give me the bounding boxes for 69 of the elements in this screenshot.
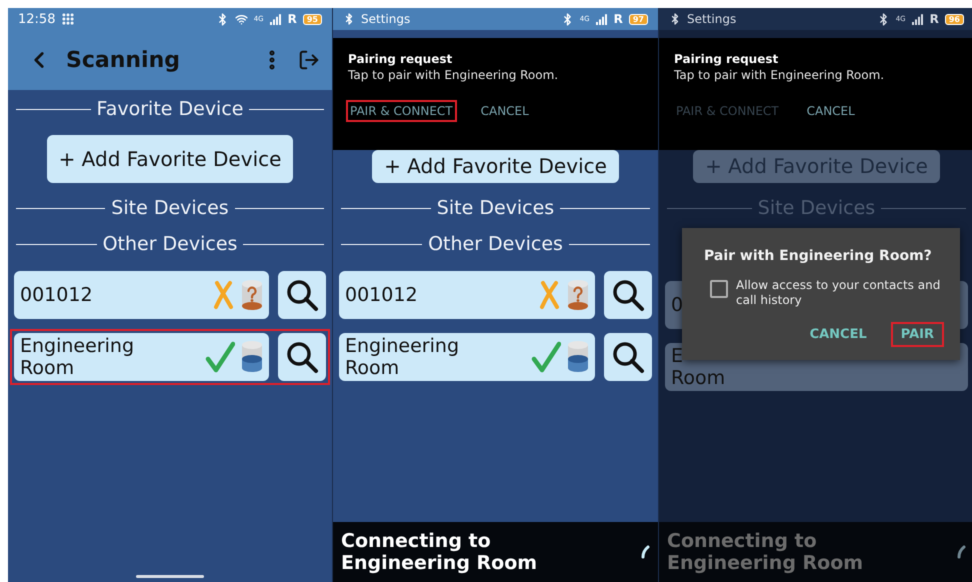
bluetooth-icon [669,13,681,25]
search-icon [611,278,645,312]
status-app-label: Settings [687,12,736,26]
spinner-icon [956,545,966,559]
logout-icon[interactable] [298,49,320,71]
checkbox-label: Allow access to your contacts and call history [736,278,942,308]
cylinder-icon [241,340,263,374]
battery-indicator: 95 [302,14,322,24]
battery-indicator: 97 [628,14,648,24]
notification-text: Tap to pair with Engineering Room. [674,68,886,82]
search-button[interactable] [604,271,652,319]
add-favorite-button[interactable]: + Add Favorite Device [372,150,619,183]
section-header: Other Devices [102,233,238,255]
toast-text: Connecting to Engineering Room [341,530,538,574]
notification-title: Pairing request [674,52,780,66]
section-header: Site Devices [436,197,554,219]
toast-text: Connecting to Engineering Room [667,530,864,574]
section-header: Favorite Device [96,98,244,120]
device-card[interactable]: 001012 [339,271,595,319]
device-name: 0 [671,293,684,318]
device-card[interactable]: Engineering Room [14,333,269,381]
notification-text: Tap to pair with Engineering Room. [348,68,560,82]
notification-action[interactable]: PAIR & CONNECT [346,100,457,122]
spinner-icon [640,545,650,559]
device-name: E Room [671,344,726,391]
dialog-action[interactable]: PAIR [890,322,944,347]
device-card[interactable]: 001012 [14,271,269,319]
search-button[interactable] [278,333,326,381]
home-indicator [136,575,204,578]
search-button[interactable] [278,271,326,319]
search-icon [611,340,645,374]
device-name: 001012 [20,283,93,308]
signal-icon [912,14,924,24]
bluetooth-icon [343,13,355,25]
cross-icon [539,280,561,310]
wifi-icon [234,12,248,26]
check-icon [205,341,235,373]
device-name: Engineering Room [20,334,135,381]
device-name: 001012 [345,283,418,308]
add-favorite-button[interactable]: + Add Favorite Device [46,135,294,183]
section-header: Other Devices [428,233,563,255]
search-icon [285,278,319,312]
status-app-label: Settings [361,12,410,26]
notification-title: Pairing request [348,52,454,66]
cylinder-icon [567,340,589,374]
roaming-indicator: R [614,12,623,26]
cross-icon [213,280,235,310]
screen-title: Scanning [66,48,180,72]
section-header: Site Devices [111,197,229,219]
grid-icon [61,12,76,26]
device-name: Engineering Room [345,334,460,381]
search-icon [285,340,319,374]
cylinder-question-icon [241,279,263,311]
roaming-indicator: R [288,12,297,26]
dialog-title: Pair with Engineering Room? [704,248,933,264]
device-card[interactable]: Engineering Room [339,333,595,381]
signal-icon [596,14,608,24]
roaming-indicator: R [930,12,939,26]
battery-indicator: 96 [944,14,964,24]
notification-action[interactable]: CANCEL [476,100,533,122]
checkbox[interactable] [710,280,728,298]
status-time: 12:58 [18,12,56,26]
check-icon [531,341,561,373]
signal-icon [270,14,282,24]
highlighted-device-row[interactable]: Engineering Room [12,331,328,383]
section-header: Site Devices [758,197,876,219]
search-button[interactable] [604,333,652,381]
cylinder-question-icon [567,279,589,311]
notification-action[interactable]: CANCEL [802,100,859,122]
